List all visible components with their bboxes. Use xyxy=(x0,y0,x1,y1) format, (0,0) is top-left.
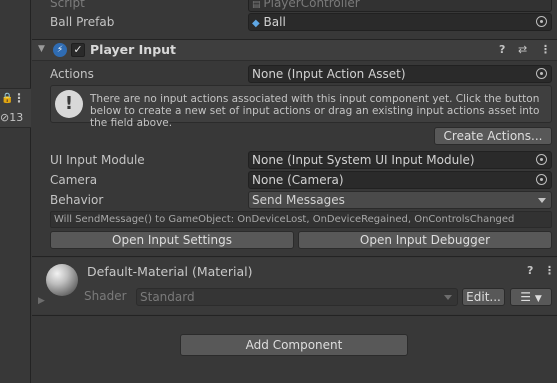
camera-value: None (Camera) xyxy=(252,173,344,187)
foldout-arrow-icon[interactable]: ▼ xyxy=(38,44,45,54)
behavior-row: Behavior xyxy=(50,191,103,209)
ui-input-module-label: UI Input Module xyxy=(50,153,145,167)
create-actions-button[interactable]: Create Actions... xyxy=(434,127,552,145)
shader-value: Standard xyxy=(140,290,195,304)
component-menu-icon[interactable]: ⋮ xyxy=(544,264,555,277)
ui-input-module-row: UI Input Module xyxy=(50,151,145,169)
inspector-panel: Script ▤ PlayerController Ball Prefab ◆ … xyxy=(32,0,557,383)
edit-shader-button[interactable]: Edit... xyxy=(462,288,505,306)
help-message: There are no input actions associated wi… xyxy=(90,93,540,129)
behavior-value: Send Messages xyxy=(252,193,345,207)
behavior-label: Behavior xyxy=(50,193,104,207)
section-divider xyxy=(32,315,557,316)
ball-prefab-label: Ball Prefab xyxy=(50,15,115,29)
object-picker-icon[interactable] xyxy=(536,68,547,79)
help-icon[interactable]: ? xyxy=(527,264,533,277)
player-input-component-icon: ⚡ xyxy=(53,43,67,57)
script-field: ▤ PlayerController xyxy=(248,0,552,12)
material-preview-sphere xyxy=(46,264,78,296)
behavior-dropdown[interactable]: Send Messages xyxy=(248,191,552,209)
component-menu-icon[interactable]: ⋮ xyxy=(540,43,551,56)
ui-input-module-value: None (Input System UI Input Module) xyxy=(252,153,475,167)
hierarchy-strip: 🔒 ⋮ ⊘13 xyxy=(0,0,31,383)
actions-field[interactable]: None (Input Action Asset) xyxy=(248,65,552,83)
ball-prefab-value: Ball xyxy=(263,15,286,29)
help-icon[interactable]: ? xyxy=(499,43,505,56)
component-enabled-checkbox[interactable]: ✓ xyxy=(71,43,85,57)
material-title: Default-Material (Material) xyxy=(87,264,253,279)
prefab-cube-icon: ◆ xyxy=(252,18,260,29)
open-input-settings-button[interactable]: Open Input Settings xyxy=(50,231,294,249)
chevron-down-icon xyxy=(538,198,546,203)
warning-icon: ! xyxy=(55,90,83,118)
material-section: ▶ Default-Material (Material) ? ⋮ Shader… xyxy=(32,258,557,314)
camera-field[interactable]: None (Camera) xyxy=(248,171,552,189)
object-picker-icon[interactable] xyxy=(536,154,547,165)
foldout-arrow-icon[interactable]: ▶ xyxy=(38,296,45,306)
section-divider xyxy=(32,256,557,257)
actions-row: Actions xyxy=(50,65,94,83)
hidden-count-label: ⊘13 xyxy=(0,111,23,124)
ball-prefab-field[interactable]: ◆ Ball xyxy=(248,13,552,31)
eye-slash-icon: ⊘ xyxy=(0,111,10,124)
camera-row: Camera xyxy=(50,171,97,189)
kebab-menu-icon[interactable]: ⋮ xyxy=(13,91,25,105)
component-title: Player Input xyxy=(90,42,177,57)
player-input-header[interactable]: ▼ ⚡ ✓ Player Input ? ⇄ ⋮ xyxy=(32,39,557,61)
add-component-button[interactable]: Add Component xyxy=(180,334,408,356)
camera-label: Camera xyxy=(50,173,98,187)
script-row: Script xyxy=(50,0,85,12)
lock-icon[interactable]: 🔒 xyxy=(1,93,13,104)
list-icon: ☰ xyxy=(520,290,531,304)
chevron-down-icon xyxy=(444,295,452,300)
actions-label: Actions xyxy=(50,67,94,81)
shader-options-button[interactable]: ☰ ▼ xyxy=(510,288,552,306)
open-input-debugger-button[interactable]: Open Input Debugger xyxy=(298,231,552,249)
shader-label: Shader xyxy=(84,289,127,303)
script-file-icon: ▤ xyxy=(252,0,264,10)
shader-dropdown[interactable]: Standard xyxy=(136,288,458,306)
preset-icon[interactable]: ⇄ xyxy=(518,43,527,56)
script-value: PlayerController xyxy=(263,0,360,10)
chevron-down-icon: ▼ xyxy=(534,294,542,304)
hidden-count: 13 xyxy=(9,111,24,124)
object-picker-icon[interactable] xyxy=(536,174,547,185)
send-message-info: Will SendMessage() to GameObject: OnDevi… xyxy=(50,211,552,228)
ui-input-module-field[interactable]: None (Input System UI Input Module) xyxy=(248,151,552,169)
info-helpbox: ! There are no input actions associated … xyxy=(50,85,552,129)
actions-value: None (Input Action Asset) xyxy=(252,67,406,81)
script-label: Script xyxy=(50,0,85,10)
ball-prefab-row: Ball Prefab xyxy=(50,13,114,31)
object-picker-icon[interactable] xyxy=(536,16,547,27)
